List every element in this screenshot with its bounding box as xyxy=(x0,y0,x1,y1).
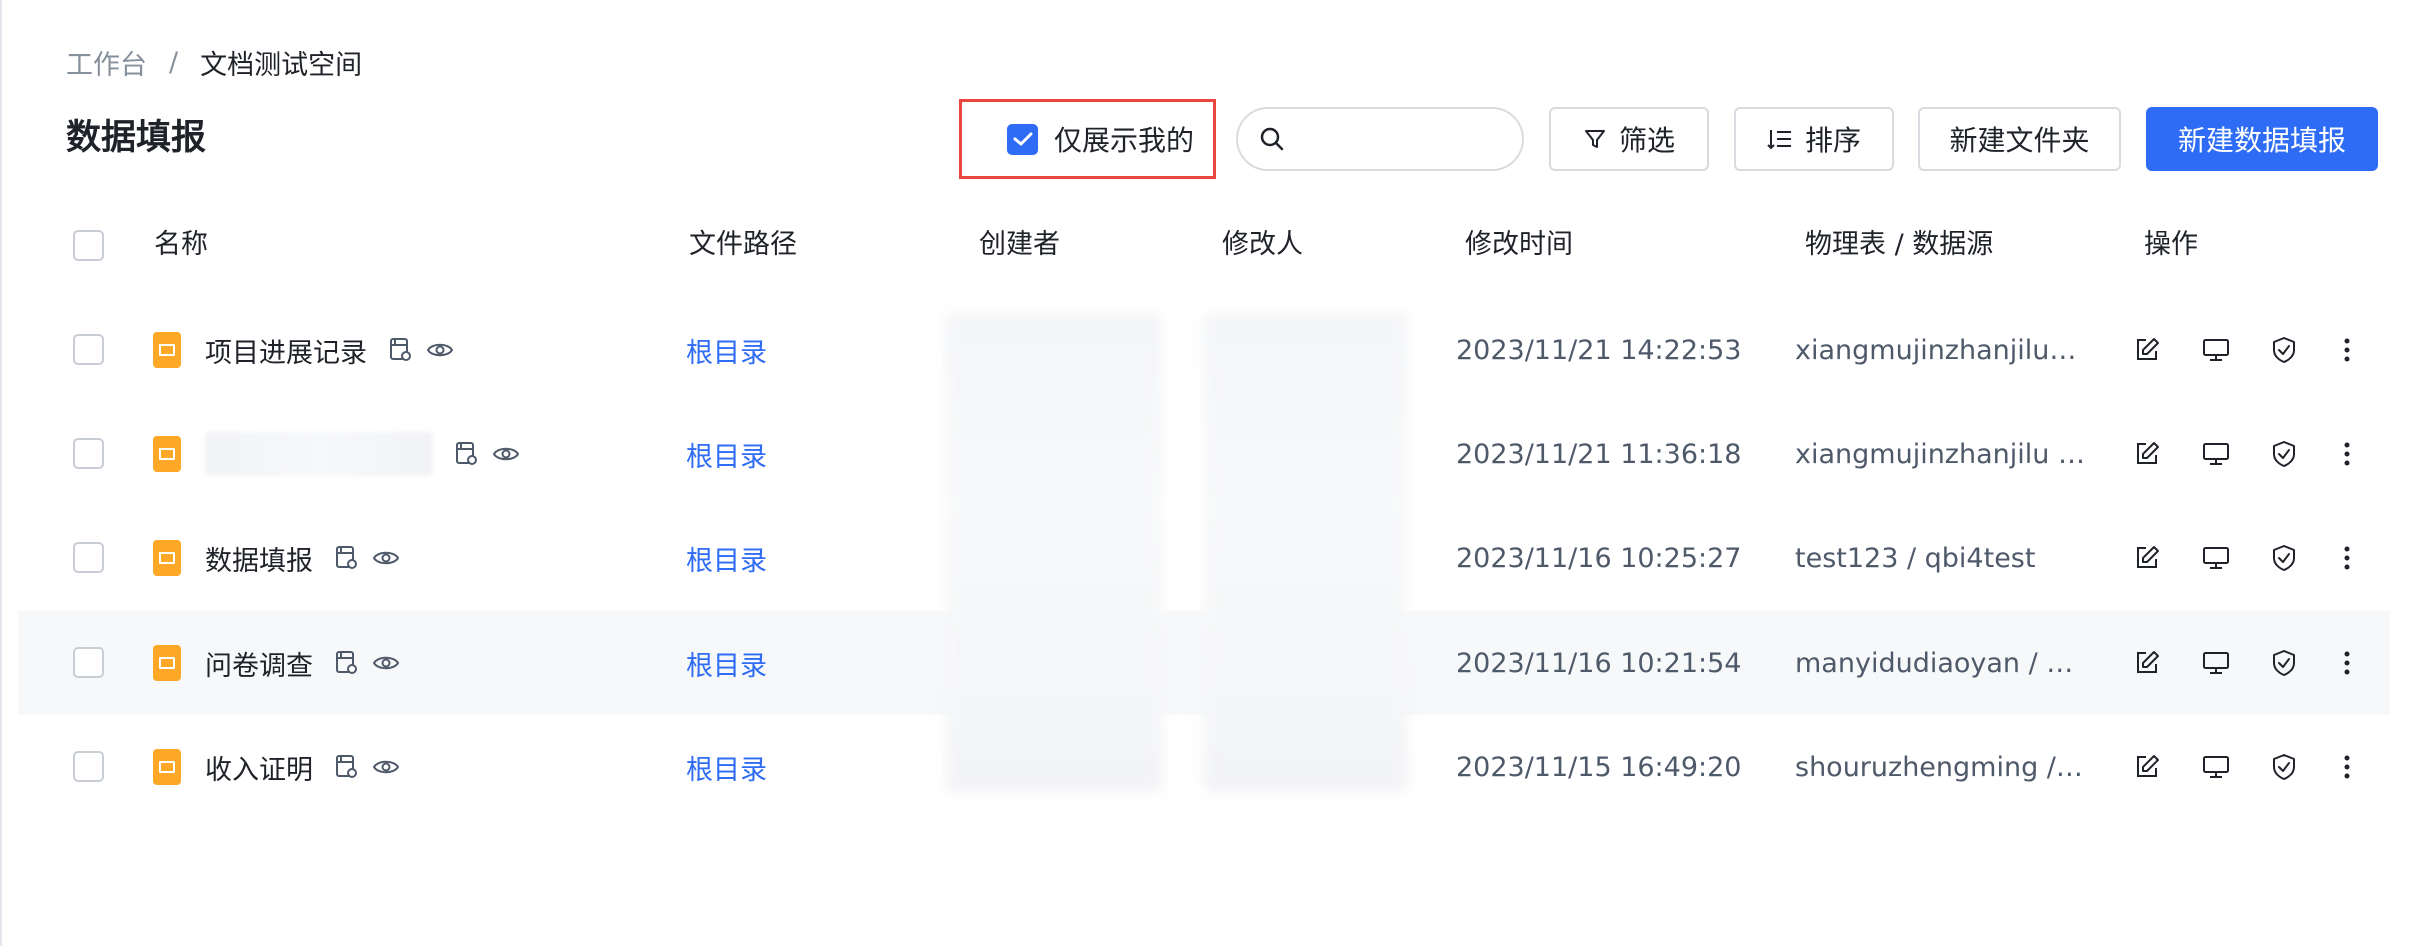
table-settings-icon[interactable] xyxy=(389,337,413,363)
table-settings-icon[interactable] xyxy=(335,545,359,571)
name-cell: 数据填报 xyxy=(153,506,399,610)
monitor-icon[interactable] xyxy=(2202,715,2230,819)
filter-button[interactable]: 筛选 xyxy=(1549,107,1709,171)
modified-time: 2023/11/16 10:25:27 xyxy=(1456,542,1742,574)
check-icon xyxy=(1013,132,1032,146)
more-options-icon[interactable] xyxy=(2342,402,2352,506)
redacted-modifier-column xyxy=(1203,313,1408,793)
breadcrumb: 工作台 / 文档测试空间 xyxy=(66,42,362,82)
row-checkbox[interactable] xyxy=(73,542,104,573)
filter-icon xyxy=(1584,130,1605,148)
form-file-icon xyxy=(153,645,181,681)
path-link[interactable]: 根目录 xyxy=(686,539,767,578)
column-actions: 操作 xyxy=(2144,229,2198,260)
file-name[interactable]: 收入证明 xyxy=(205,748,313,787)
shield-icon[interactable] xyxy=(2272,611,2296,715)
column-creator: 创建者 xyxy=(979,229,1060,260)
table-settings-icon[interactable] xyxy=(455,441,479,467)
more-options-icon[interactable] xyxy=(2342,298,2352,402)
sort-label: 排序 xyxy=(1804,124,1861,157)
path-link[interactable]: 根目录 xyxy=(686,435,767,474)
form-file-icon xyxy=(153,436,181,472)
shield-icon[interactable] xyxy=(2272,298,2296,402)
shield-icon[interactable] xyxy=(2272,715,2296,819)
only-mine-label: 仅展示我的 xyxy=(1054,124,1195,157)
modified-time: 2023/11/21 14:22:53 xyxy=(1456,334,1742,366)
monitor-icon[interactable] xyxy=(2202,611,2230,715)
column-name: 名称 xyxy=(154,229,208,260)
more-options-icon[interactable] xyxy=(2342,715,2352,819)
name-cell xyxy=(153,402,519,506)
name-cell: 收入证明 xyxy=(153,715,399,819)
table-settings-icon[interactable] xyxy=(335,650,359,676)
source-text: manyidudiaoyan / q... xyxy=(1795,647,2085,679)
preview-eye-icon[interactable] xyxy=(373,548,399,568)
edit-icon[interactable] xyxy=(2134,715,2160,819)
row-checkbox[interactable] xyxy=(73,438,104,469)
modified-time: 2023/11/21 11:36:18 xyxy=(1456,438,1742,470)
preview-eye-icon[interactable] xyxy=(493,444,519,464)
monitor-icon[interactable] xyxy=(2202,298,2230,402)
file-name[interactable]: 数据填报 xyxy=(205,539,313,578)
search-input[interactable] xyxy=(1236,107,1524,171)
preview-eye-icon[interactable] xyxy=(427,340,453,360)
edit-icon[interactable] xyxy=(2134,298,2160,402)
form-file-icon xyxy=(153,749,181,785)
source-text: xiangmujinzhanjilu / ... xyxy=(1795,438,2085,470)
column-modifier: 修改人 xyxy=(1222,229,1303,260)
row-checkbox[interactable] xyxy=(73,334,104,365)
row-checkbox[interactable] xyxy=(73,647,104,678)
table-header: 名称 文件路径 创建者 修改人 修改时间 物理表 / 数据源 操作 xyxy=(0,215,2390,275)
monitor-icon[interactable] xyxy=(2202,402,2230,506)
shield-icon[interactable] xyxy=(2272,402,2296,506)
sort-button[interactable]: 排序 xyxy=(1734,107,1894,171)
modified-time: 2023/11/15 16:49:20 xyxy=(1456,751,1742,783)
left-border xyxy=(0,0,2,946)
sort-icon xyxy=(1767,130,1791,150)
preview-eye-icon[interactable] xyxy=(373,757,399,777)
preview-eye-icon[interactable] xyxy=(373,653,399,673)
source-text: shouruzhengming / ... xyxy=(1795,751,2085,783)
select-all-checkbox[interactable] xyxy=(73,230,104,261)
filter-label: 筛选 xyxy=(1618,124,1675,157)
modified-time: 2023/11/16 10:21:54 xyxy=(1456,647,1742,679)
shield-icon[interactable] xyxy=(2272,506,2296,610)
form-file-icon xyxy=(153,540,181,576)
monitor-icon[interactable] xyxy=(2202,506,2230,610)
new-folder-button[interactable]: 新建文件夹 xyxy=(1918,107,2121,171)
new-form-button[interactable]: 新建数据填报 xyxy=(2146,107,2378,171)
edit-icon[interactable] xyxy=(2134,611,2160,715)
only-mine-checkbox[interactable] xyxy=(1007,123,1038,155)
column-modified-time: 修改时间 xyxy=(1465,229,1573,260)
only-mine-toggle[interactable]: 仅展示我的 xyxy=(959,99,1216,179)
path-link[interactable]: 根目录 xyxy=(686,644,767,683)
table-settings-icon[interactable] xyxy=(335,754,359,780)
form-file-icon xyxy=(153,332,181,368)
column-path: 文件路径 xyxy=(689,229,797,260)
file-name[interactable]: 问卷调查 xyxy=(205,644,313,683)
name-cell: 问卷调查 xyxy=(153,611,399,715)
more-options-icon[interactable] xyxy=(2342,506,2352,610)
breadcrumb-separator: / xyxy=(169,46,179,78)
breadcrumb-root[interactable]: 工作台 xyxy=(66,43,147,82)
edit-icon[interactable] xyxy=(2134,506,2160,610)
page-title: 数据填报 xyxy=(66,118,207,158)
name-cell: 项目进展记录 xyxy=(153,298,453,402)
path-link[interactable]: 根目录 xyxy=(686,331,767,370)
row-checkbox[interactable] xyxy=(73,751,104,782)
source-text: xiangmujinzhanjilu_c... xyxy=(1795,334,2085,366)
search-icon xyxy=(1260,127,1284,151)
redacted-file-name xyxy=(205,432,433,476)
more-options-icon[interactable] xyxy=(2342,611,2352,715)
path-link[interactable]: 根目录 xyxy=(686,748,767,787)
breadcrumb-current: 文档测试空间 xyxy=(200,49,363,81)
file-name[interactable]: 项目进展记录 xyxy=(205,331,367,370)
edit-icon[interactable] xyxy=(2134,402,2160,506)
source-text: test123 / qbi4test xyxy=(1795,542,2036,574)
column-source: 物理表 / 数据源 xyxy=(1805,229,1994,260)
redacted-creator-column xyxy=(945,313,1163,793)
